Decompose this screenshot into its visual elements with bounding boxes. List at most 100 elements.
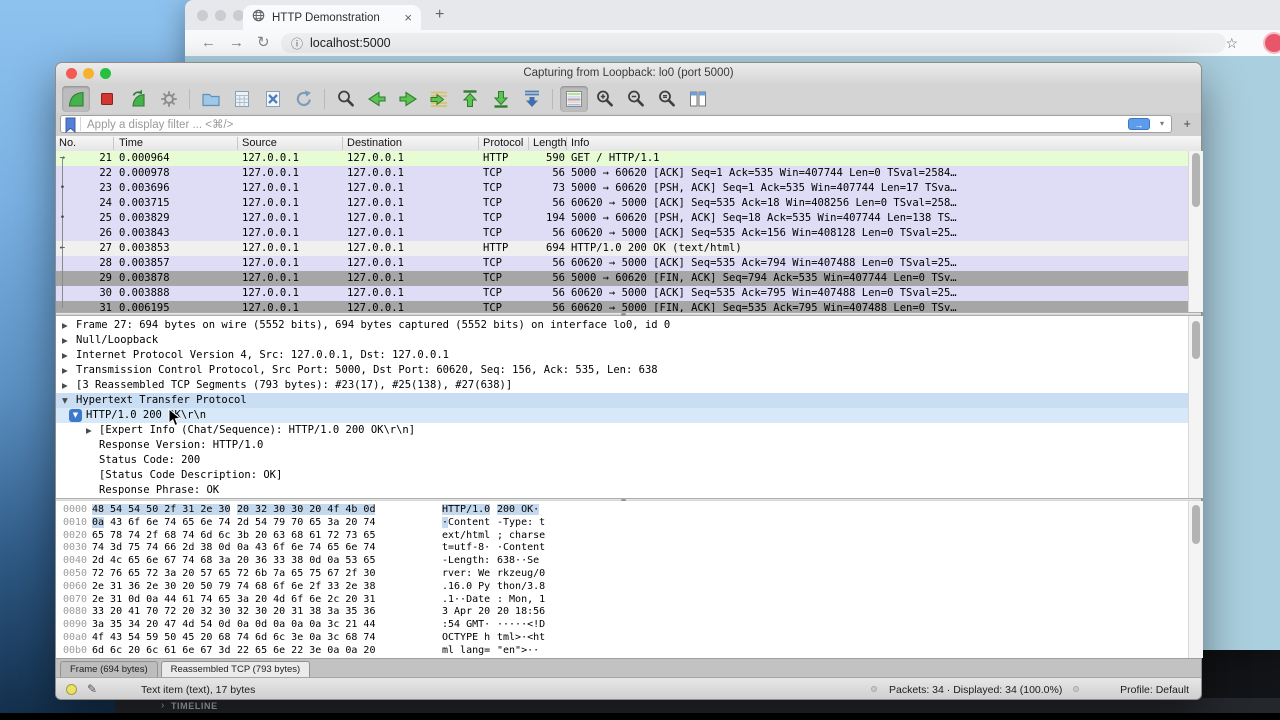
packet-row-21[interactable]: → 21 0.000964 127.0.0.1 127.0.0.1 HTTP 590 GET … bbox=[56, 151, 1188, 166]
hex-bytes[interactable]: 22 65 6e 22 3e 0a 0a 20 bbox=[237, 645, 375, 658]
selected-bytes[interactable]: 0a bbox=[92, 516, 105, 528]
packet-row-25[interactable]: • 25 0.003829 127.0.0.1 127.0.0.1 TCP 194 5000 … bbox=[56, 211, 1188, 226]
hex-bytes[interactable]: 0a 43 6f 6e 74 65 6e 74 bbox=[237, 542, 375, 555]
ascii-bytes[interactable]: ; charse bbox=[497, 530, 545, 543]
address-bar[interactable]: ⓘ localhost:5000 bbox=[281, 33, 1226, 53]
browser-close-button[interactable] bbox=[197, 10, 208, 21]
tab-reassembled-tcp[interactable]: Reassembled TCP (793 bytes) bbox=[160, 661, 311, 678]
selected-bytes[interactable]: 200 OK· bbox=[497, 504, 540, 515]
expander-icon[interactable]: ▼ bbox=[69, 409, 82, 422]
details-scrollbar[interactable] bbox=[1188, 316, 1203, 498]
hex-row-0070[interactable]: 0070 2e 31 0d 0a 44 61 74 65 3a 20 4d 6f 6… bbox=[56, 594, 1188, 607]
restart-capture-icon[interactable] bbox=[124, 86, 152, 112]
hex-bytes[interactable]: 32 30 20 31 38 3a 35 36 bbox=[237, 606, 375, 619]
expert-info-icon[interactable] bbox=[66, 684, 77, 695]
display-filter-field[interactable]: → ▾ bbox=[60, 115, 1172, 134]
expander-icon[interactable]: ▶ bbox=[62, 378, 68, 393]
packet-row-24[interactable]: 24 0.003715 127.0.0.1 127.0.0.1 TCP 56 60620 →… bbox=[56, 196, 1188, 211]
expander-icon[interactable]: ▶ bbox=[62, 348, 68, 363]
go-last-packet-icon[interactable] bbox=[487, 86, 515, 112]
close-tab-icon[interactable]: × bbox=[404, 11, 412, 24]
hex-bytes[interactable]: 65 78 74 2f 68 74 6d 6c bbox=[92, 530, 230, 543]
packet-list-scrollbar[interactable] bbox=[1188, 151, 1203, 312]
find-packet-icon[interactable] bbox=[332, 86, 360, 112]
scrollbar-thumb[interactable] bbox=[1192, 153, 1200, 207]
hex-row-0030[interactable]: 0030 74 3d 75 74 66 2d 38 0d 0a 43 6f 6e 7… bbox=[56, 542, 1188, 555]
bytes[interactable]: Content bbox=[448, 517, 490, 528]
go-to-packet-icon[interactable] bbox=[425, 86, 453, 112]
hex-bytes[interactable]: 0a 0d 0a 0a 0a 3c 21 44 bbox=[237, 619, 375, 632]
ascii-bytes[interactable]: ·····<!D bbox=[497, 619, 545, 632]
ascii-bytes[interactable]: : Mon, 1 bbox=[497, 594, 545, 607]
column-header-length[interactable]: Length bbox=[533, 136, 567, 151]
ascii-bytes[interactable]: 20 18:56 bbox=[497, 606, 545, 619]
new-tab-button[interactable]: + bbox=[435, 6, 444, 24]
vscode-timeline-section[interactable]: › TIMELINE bbox=[161, 700, 218, 711]
ascii-bytes[interactable]: 638··Se bbox=[497, 555, 539, 568]
url-text[interactable]: localhost:5000 bbox=[310, 36, 391, 50]
selected-bytes[interactable]: 20 32 30 30 20 4f 4b 0d bbox=[237, 504, 376, 515]
filter-add-button[interactable]: + bbox=[1183, 116, 1191, 131]
column-header-source[interactable]: Source bbox=[242, 136, 277, 151]
expander-icon[interactable]: ▶ bbox=[86, 423, 92, 438]
hex-bytes[interactable]: 3a 35 34 20 47 4d 54 0d bbox=[92, 619, 230, 632]
ascii-bytes[interactable]: "en">·· bbox=[497, 645, 539, 658]
column-header-destination[interactable]: Destination bbox=[347, 136, 402, 151]
hex-row-0040[interactable]: 0040 2d 4c 65 6e 67 74 68 3a 20 36 33 38 0… bbox=[56, 555, 1188, 568]
reload-file-icon[interactable] bbox=[290, 86, 318, 112]
hex-bytes[interactable]: 72 6b 7a 65 75 67 2f 30 bbox=[237, 568, 375, 581]
capture-options-icon[interactable] bbox=[155, 86, 183, 112]
column-header-protocol[interactable]: Protocol bbox=[483, 136, 523, 151]
packet-row-31[interactable]: 31 0.006195 127.0.0.1 127.0.0.1 TCP 56 60620 →… bbox=[56, 301, 1188, 312]
expander-icon[interactable]: ▶ bbox=[62, 363, 68, 378]
capture-comment-icon[interactable]: ✎ bbox=[87, 682, 97, 696]
forward-icon[interactable]: → bbox=[229, 34, 244, 52]
ascii-bytes[interactable]: t=utf-8· bbox=[442, 542, 490, 555]
bytes-scrollbar[interactable] bbox=[1188, 501, 1203, 658]
column-header-info[interactable]: Info bbox=[571, 136, 589, 151]
ascii-bytes[interactable]: HTTP/1.0 bbox=[442, 504, 491, 517]
hex-bytes[interactable]: 3b 20 63 68 61 72 73 65 bbox=[237, 530, 375, 543]
ascii-bytes[interactable]: ext/html bbox=[442, 530, 490, 543]
ascii-bytes[interactable]: 200 OK· bbox=[497, 504, 540, 517]
selected-bytes[interactable]: HTTP/1.0 bbox=[442, 504, 491, 515]
packet-row-26[interactable]: 26 0.003843 127.0.0.1 127.0.0.1 TCP 56 60620 →… bbox=[56, 226, 1188, 241]
scrollbar-thumb[interactable] bbox=[1192, 505, 1200, 544]
hex-row-0080[interactable]: 0080 33 20 41 70 72 20 32 30 32 30 20 31 3… bbox=[56, 606, 1188, 619]
browser-profile-avatar[interactable] bbox=[1263, 32, 1280, 54]
site-info-icon[interactable]: ⓘ bbox=[291, 35, 303, 52]
open-file-icon[interactable] bbox=[197, 86, 225, 112]
hex-bytes[interactable]: 74 6d 6c 3e 0a 3c 68 74 bbox=[237, 632, 375, 645]
hex-bytes[interactable]: 2d 54 79 70 65 3a 20 74 bbox=[237, 517, 375, 530]
ascii-bytes[interactable]: OCTYPE h bbox=[442, 632, 490, 645]
detail-row-7[interactable]: ▶ [Expert Info (Chat/Sequence): HTTP/1.0 … bbox=[56, 423, 1188, 438]
hex-bytes[interactable]: 20 32 30 30 20 4f 4b 0d bbox=[237, 504, 376, 517]
hex-bytes[interactable]: 72 76 65 72 3a 20 57 65 bbox=[92, 568, 230, 581]
ascii-bytes[interactable]: .16.0 Py bbox=[442, 581, 490, 594]
hex-row-0060[interactable]: 0060 2e 31 36 2e 30 20 50 79 74 68 6f 6e 2… bbox=[56, 581, 1188, 594]
ascii-bytes[interactable]: rver: We bbox=[442, 568, 490, 581]
ascii-bytes[interactable]: ·Content bbox=[497, 542, 545, 555]
start-capture-icon[interactable] bbox=[62, 85, 90, 112]
detail-row-4[interactable]: ▶ [3 Reassembled TCP Segments (793 bytes)… bbox=[56, 378, 1188, 393]
ascii-bytes[interactable]: thon/3.8 bbox=[497, 581, 545, 594]
ascii-bytes[interactable]: tml>·<ht bbox=[497, 632, 545, 645]
detail-row-8[interactable]: Response Version: HTTP/1.0 bbox=[56, 438, 1188, 453]
hex-bytes[interactable]: 74 3d 75 74 66 2d 38 0d bbox=[92, 542, 230, 555]
chevron-down-icon[interactable]: ▾ bbox=[1160, 119, 1164, 128]
resize-columns-icon[interactable] bbox=[684, 86, 712, 112]
expander-icon[interactable]: ▶ bbox=[62, 333, 68, 348]
hex-bytes[interactable]: 2e 31 0d 0a 44 61 74 65 bbox=[92, 594, 230, 607]
bytes[interactable]: 43 6f 6e 74 65 6e 74 bbox=[104, 517, 230, 528]
packet-row-23[interactable]: • 23 0.003696 127.0.0.1 127.0.0.1 TCP 73 5000 →… bbox=[56, 181, 1188, 196]
close-file-icon[interactable] bbox=[259, 86, 287, 112]
back-icon[interactable]: ← bbox=[201, 34, 216, 52]
hex-bytes[interactable]: 20 36 33 38 0d 0a 53 65 bbox=[237, 555, 375, 568]
column-header-time[interactable]: Time bbox=[119, 136, 143, 151]
expander-icon[interactable]: ▶ bbox=[62, 318, 68, 333]
hex-row-00a0[interactable]: 00a0 4f 43 54 59 50 45 20 68 74 6d 6c 3e 0… bbox=[56, 632, 1188, 645]
detail-row-2[interactable]: ▶ Internet Protocol Version 4, Src: 127.0… bbox=[56, 348, 1188, 363]
selected-bytes[interactable]: 48 54 54 50 2f 31 2e 30 bbox=[92, 504, 231, 515]
hex-row-0090[interactable]: 0090 3a 35 34 20 47 4d 54 0d 0a 0d 0a 0a 0… bbox=[56, 619, 1188, 632]
ascii-bytes[interactable]: -Length: bbox=[442, 555, 490, 568]
